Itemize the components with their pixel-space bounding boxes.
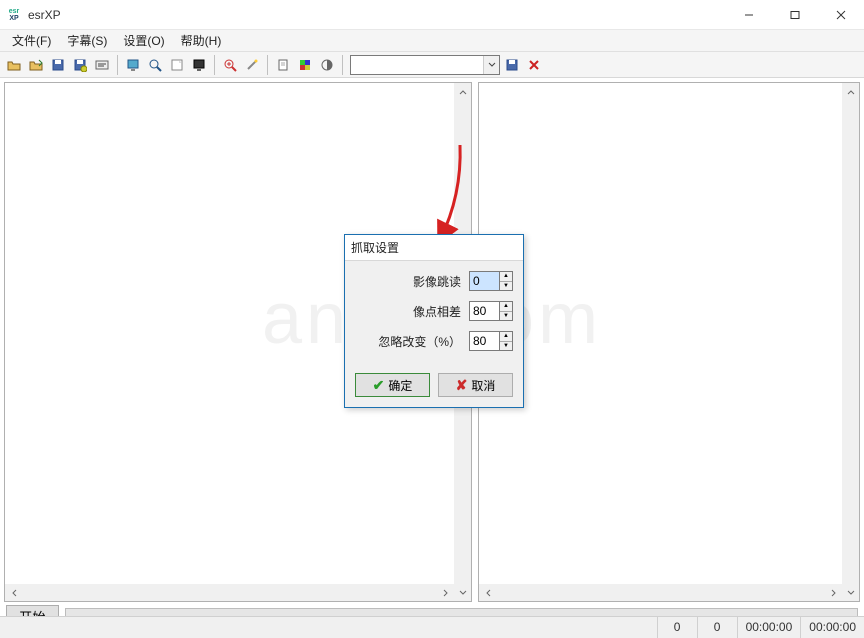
menu-subtitle[interactable]: 字幕(S) — [59, 29, 115, 52]
spin-down-icon[interactable]: ▼ — [500, 342, 512, 351]
dialog-title: 抓取设置 — [345, 235, 523, 261]
scroll-left-icon[interactable] — [5, 584, 22, 601]
scroll-down-icon[interactable] — [454, 584, 471, 601]
spin-down-icon[interactable]: ▼ — [500, 282, 512, 291]
toolbar-combobox[interactable] — [350, 55, 500, 75]
right-vscrollbar[interactable] — [842, 83, 859, 601]
right-hscrollbar[interactable] — [479, 584, 842, 601]
ok-button[interactable]: ✔ 确定 — [355, 373, 430, 397]
chevron-down-icon[interactable] — [483, 56, 499, 74]
close-button[interactable] — [818, 0, 864, 30]
pixel-diff-input[interactable] — [469, 301, 499, 321]
video-skip-input[interactable] — [469, 271, 499, 291]
check-icon: ✔ — [373, 377, 385, 394]
delete-x-icon[interactable] — [524, 55, 544, 75]
menu-settings[interactable]: 设置(O) — [115, 29, 172, 52]
scroll-up-icon[interactable] — [842, 83, 859, 100]
menubar: 文件(F) 字幕(S) 设置(O) 帮助(H) — [0, 30, 864, 52]
scroll-right-icon[interactable] — [825, 584, 842, 601]
scroll-left-icon[interactable] — [479, 584, 496, 601]
maximize-button[interactable] — [772, 0, 818, 30]
spin-up-icon[interactable]: ▲ — [500, 272, 512, 282]
menu-help[interactable]: 帮助(H) — [173, 29, 230, 52]
screen-icon[interactable] — [123, 55, 143, 75]
menu-file[interactable]: 文件(F) — [4, 29, 59, 52]
status-time-1: 00:00:00 — [737, 617, 801, 638]
document-icon[interactable] — [273, 55, 293, 75]
scroll-down-icon[interactable] — [842, 584, 859, 601]
capture-settings-dialog: 抓取设置 影像跳读 ▲ ▼ 像点相差 ▲ ▼ 忽略改变（%） — [344, 234, 524, 408]
save-icon[interactable] — [48, 55, 68, 75]
status-value-2: 0 — [697, 617, 737, 638]
app-icon: esr XP — [6, 7, 22, 23]
minimize-button[interactable] — [726, 0, 772, 30]
pixel-diff-spinner[interactable]: ▲ ▼ — [469, 301, 513, 321]
adjust-icon[interactable] — [317, 55, 337, 75]
scroll-right-icon[interactable] — [437, 584, 454, 601]
spin-up-icon[interactable]: ▲ — [500, 302, 512, 312]
video-skip-label: 影像跳读 — [355, 273, 461, 290]
statusbar: 0 0 00:00:00 00:00:00 — [0, 616, 864, 638]
window-title: esrXP — [28, 8, 61, 22]
right-panel — [478, 82, 860, 602]
color-swatch-icon[interactable] — [295, 55, 315, 75]
x-icon: ✘ — [456, 377, 468, 394]
left-hscrollbar[interactable] — [5, 584, 454, 601]
ignore-change-spinner[interactable]: ▲ ▼ — [469, 331, 513, 351]
status-value-1: 0 — [657, 617, 697, 638]
toolbar — [0, 52, 864, 78]
save-disk-icon[interactable] — [70, 55, 90, 75]
status-time-2: 00:00:00 — [800, 617, 864, 638]
spin-down-icon[interactable]: ▼ — [500, 312, 512, 321]
zoom-in-icon[interactable] — [220, 55, 240, 75]
magnifier-icon[interactable] — [145, 55, 165, 75]
monitor-icon[interactable] — [189, 55, 209, 75]
ignore-change-input[interactable] — [469, 331, 499, 351]
subtitle-icon[interactable] — [92, 55, 112, 75]
note-icon[interactable] — [167, 55, 187, 75]
open-folder-icon[interactable] — [4, 55, 24, 75]
diskette-icon[interactable] — [502, 55, 522, 75]
cancel-button[interactable]: ✘ 取消 — [438, 373, 513, 397]
spin-up-icon[interactable]: ▲ — [500, 332, 512, 342]
scroll-up-icon[interactable] — [454, 83, 471, 100]
wand-icon[interactable] — [242, 55, 262, 75]
pixel-diff-label: 像点相差 — [355, 303, 461, 320]
titlebar: esr XP esrXP — [0, 0, 864, 30]
import-icon[interactable] — [26, 55, 46, 75]
ignore-change-label: 忽略改变（%） — [355, 333, 461, 350]
video-skip-spinner[interactable]: ▲ ▼ — [469, 271, 513, 291]
